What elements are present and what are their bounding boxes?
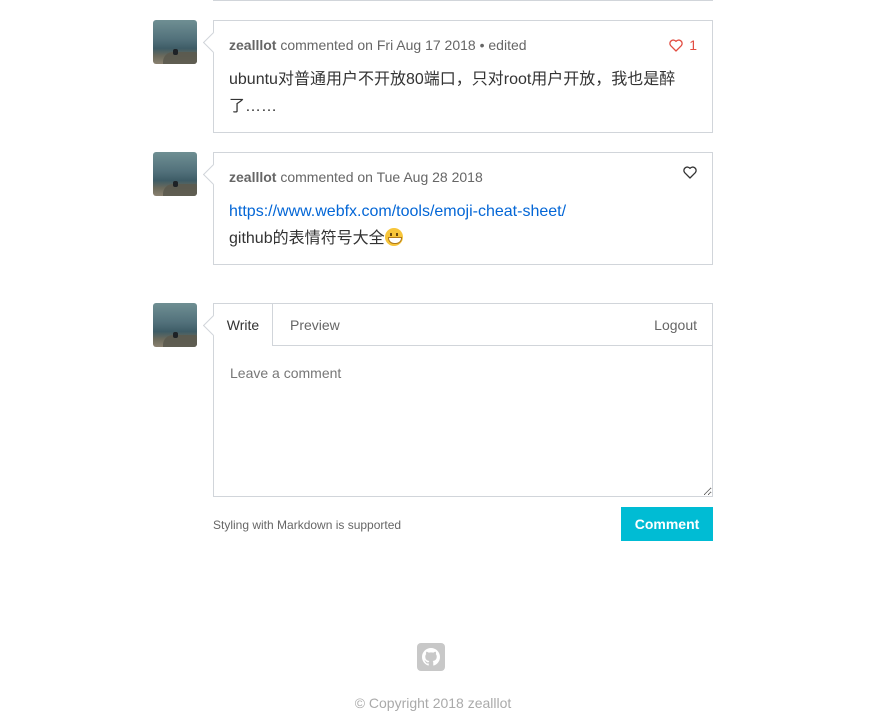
comment-body: ubuntu对普通用户不开放80端口，只对root用户开放，我也是醉了……: [214, 56, 712, 134]
comment-author[interactable]: zealllot: [229, 169, 276, 185]
top-divider: [213, 0, 713, 1]
grin-emoji-icon: [384, 228, 403, 246]
avatar[interactable]: [153, 152, 197, 196]
like-count: 1: [689, 37, 697, 53]
comment-card: zealllot commented on Fri Aug 17 2018 • …: [213, 20, 713, 133]
heart-icon: [669, 38, 683, 52]
comment-textarea[interactable]: [214, 346, 712, 496]
avatar[interactable]: [153, 20, 197, 64]
comment-header: zealllot commented on Fri Aug 17 2018 • …: [214, 34, 712, 56]
comment-body: https://www.webfx.com/tools/emoji-cheat-…: [214, 188, 712, 266]
emoji-cheat-sheet-link[interactable]: https://www.webfx.com/tools/emoji-cheat-…: [229, 203, 566, 220]
avatar-rock: [163, 335, 197, 347]
like-button[interactable]: 1: [669, 34, 697, 56]
comment-header: zealllot commented on Tue Aug 28 2018: [214, 166, 712, 188]
avatar-figure: [173, 181, 178, 187]
avatar[interactable]: [153, 303, 197, 347]
comment-card: zealllot commented on Tue Aug 28 2018 ht…: [213, 152, 713, 265]
avatar-rock: [163, 52, 197, 64]
comment-submit-button[interactable]: Comment: [621, 507, 713, 541]
avatar-figure: [173, 49, 178, 55]
tab-preview[interactable]: Preview: [290, 304, 340, 345]
heart-icon: [683, 166, 697, 179]
markdown-note[interactable]: Styling with Markdown is supported: [213, 518, 401, 532]
comment-text: github的表情符号大全: [229, 230, 385, 247]
comment-meta: commented on Tue Aug 28 2018: [280, 169, 483, 185]
github-logo-icon: [422, 648, 440, 666]
copyright: © Copyright 2018 zealllot: [354, 695, 512, 711]
comment-editor: Write Preview Logout: [213, 303, 713, 497]
github-icon[interactable]: [417, 643, 445, 671]
avatar-rock: [163, 184, 197, 196]
like-button[interactable]: [683, 166, 697, 179]
avatar-figure: [173, 332, 178, 338]
tab-write[interactable]: Write: [214, 304, 273, 346]
comment-text: ubuntu对普通用户不开放80端口，只对root用户开放，我也是醉了……: [229, 71, 676, 115]
logout-link[interactable]: Logout: [654, 304, 697, 345]
comment-author[interactable]: zealllot: [229, 37, 276, 53]
comment-meta: commented on Fri Aug 17 2018 • edited: [280, 37, 527, 53]
editor-tabs: Write Preview Logout: [214, 304, 712, 346]
